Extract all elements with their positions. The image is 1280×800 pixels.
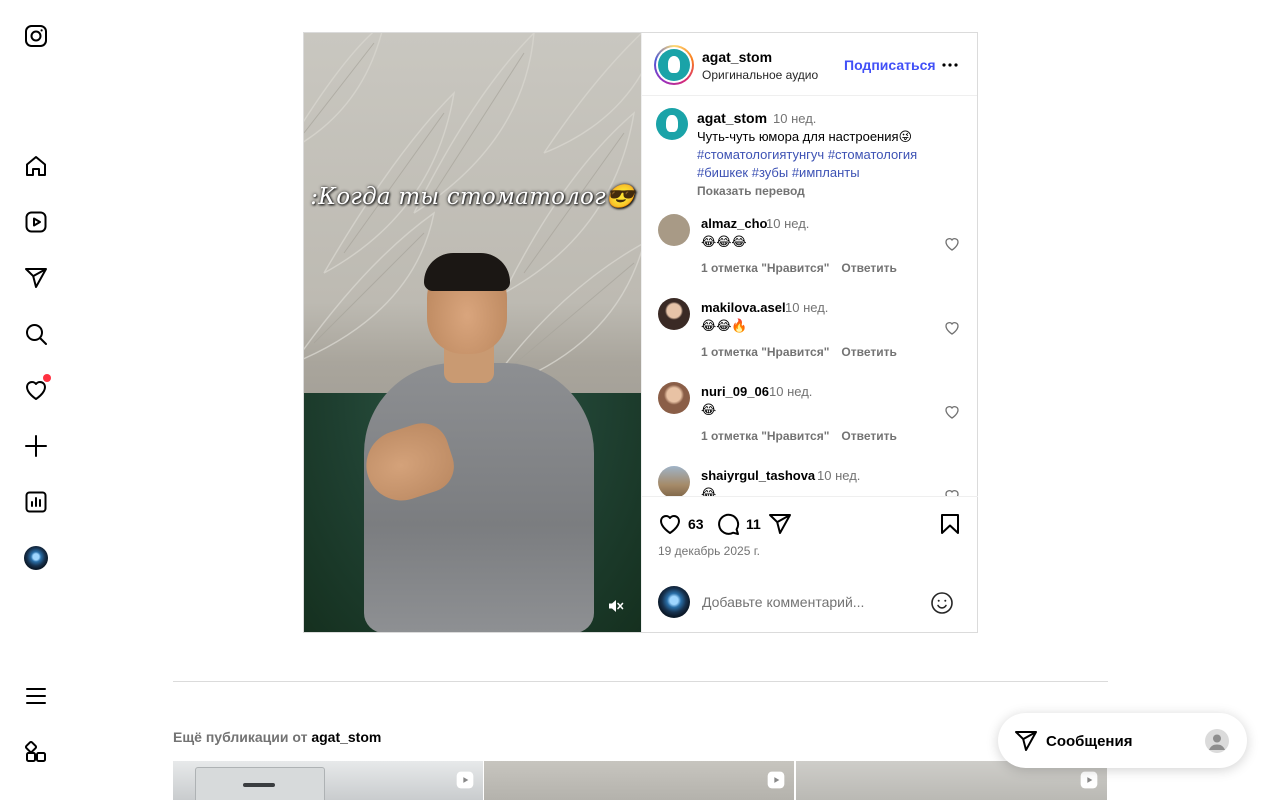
comment-avatar[interactable] <box>658 466 690 496</box>
comments-count[interactable]: 11 <box>746 516 761 532</box>
author-avatar[interactable] <box>654 45 694 85</box>
insights-icon[interactable] <box>24 490 48 514</box>
reel-icon <box>455 770 475 790</box>
hashtags-line1[interactable]: #стоматологиятунгуч #стоматология <box>697 146 957 164</box>
my-avatar <box>658 586 690 618</box>
show-translation-link[interactable]: Показать перевод <box>697 182 957 200</box>
hashtags-line2[interactable]: #бишкек #зубы #импланты <box>697 164 957 182</box>
emoji-icon[interactable] <box>930 591 954 615</box>
caption-text: Чуть-чуть юмора для настроения😜 <box>697 129 913 144</box>
comment-avatar[interactable] <box>658 298 690 330</box>
save-icon[interactable] <box>938 512 962 536</box>
comment-likes[interactable]: 1 отметка "Нравится" <box>701 429 829 443</box>
comment-username[interactable]: almaz_cho <box>701 216 767 231</box>
section-divider <box>173 681 1108 682</box>
comment-time: 10 нед. <box>769 384 813 399</box>
search-icon[interactable] <box>24 322 48 346</box>
comment-meta: 1 отметка "Нравится" Ответить <box>701 261 909 275</box>
share-icon[interactable] <box>768 512 792 536</box>
comment-likes[interactable]: 1 отметка "Нравится" <box>701 345 829 359</box>
direct-icon[interactable] <box>24 266 48 290</box>
like-icon[interactable] <box>658 512 682 536</box>
comment-time: 10 нед. <box>817 468 861 483</box>
comment-text: 😂 <box>701 402 717 417</box>
comment-item: almaz_cho 10 нед. 😂😂😂 1 отметка "Нравитс… <box>642 214 978 298</box>
author-username[interactable]: agat_stom <box>702 49 772 65</box>
comments-list[interactable]: agat_stom 10 нед. Чуть-чуть юмора для нас… <box>642 96 978 496</box>
reply-button[interactable]: Ответить <box>841 261 896 275</box>
comment-username[interactable]: shaiyrgul_tashova <box>701 468 815 483</box>
also-from-meta-icon[interactable] <box>24 740 48 764</box>
comment-text: 😂 <box>701 486 717 496</box>
reply-button[interactable]: Ответить <box>841 429 896 443</box>
left-sidebar <box>0 0 72 800</box>
post-dialog: :Когда ты стоматолог😎 agat_stom Оригинал… <box>303 32 978 633</box>
messages-label: Сообщения <box>1046 733 1133 750</box>
more-options-icon[interactable] <box>940 55 960 75</box>
reel-icon <box>1079 770 1099 790</box>
likes-count[interactable]: 63 <box>688 516 704 532</box>
comment-avatar[interactable] <box>658 382 690 414</box>
reels-icon[interactable] <box>24 210 48 234</box>
post-actions: 63 11 19 декабрь 2025 г. <box>642 496 978 632</box>
post-sidebar: agat_stom Оригинальное аудио Подписаться… <box>641 33 978 632</box>
post-video[interactable]: :Когда ты стоматолог😎 <box>304 33 641 632</box>
comment-time: 10 нед. <box>785 300 829 315</box>
comment-username[interactable]: makilova.asel <box>701 300 786 315</box>
notifications-icon[interactable] <box>24 374 51 402</box>
more-posts-prefix: Ещё публикации от <box>173 729 312 745</box>
comment-like-icon[interactable] <box>944 404 960 420</box>
comment-item: shaiyrgul_tashova 10 нед. 😂 <box>642 466 978 496</box>
comment-meta: 1 отметка "Нравится" Ответить <box>701 345 909 359</box>
post-date[interactable]: 19 декабрь 2025 г. <box>658 544 760 558</box>
comment-avatar[interactable] <box>658 214 690 246</box>
comment-item: nuri_09_06 10 нед. 😂 1 отметка "Нравится… <box>642 382 978 466</box>
notification-dot <box>43 374 51 382</box>
post-header: agat_stom Оригинальное аудио Подписаться <box>642 33 977 96</box>
more-posts-title: Ещё публикации от agat_stom <box>173 729 381 745</box>
more-post-thumb[interactable] <box>484 761 794 800</box>
video-overlay-text: :Когда ты стоматолог😎 <box>310 184 635 210</box>
comment-username[interactable]: nuri_09_06 <box>701 384 769 399</box>
home-icon[interactable] <box>24 154 48 178</box>
comment-text: 😂😂🔥 <box>701 318 748 333</box>
mute-icon[interactable] <box>607 597 625 615</box>
comment-likes[interactable]: 1 отметка "Нравится" <box>701 261 829 275</box>
caption-username[interactable]: agat_stom <box>697 110 767 126</box>
follow-button[interactable]: Подписаться <box>844 57 936 73</box>
menu-icon[interactable] <box>24 684 48 708</box>
comment-icon[interactable] <box>716 512 740 536</box>
instagram-logo-icon[interactable] <box>24 24 48 48</box>
create-icon[interactable] <box>24 434 48 458</box>
caption-time: 10 нед. <box>773 111 817 126</box>
caption: agat_stom 10 нед. Чуть-чуть юмора для нас… <box>697 109 957 200</box>
comment-item: makilova.asel 10 нед. 😂😂🔥 1 отметка "Нра… <box>642 298 978 382</box>
messages-bar[interactable]: Сообщения <box>998 713 1247 768</box>
comment-like-icon[interactable] <box>944 320 960 336</box>
messages-avatar <box>1205 729 1229 753</box>
direct-icon <box>1014 729 1038 753</box>
comment-input[interactable] <box>702 592 912 612</box>
reply-button[interactable]: Ответить <box>841 345 896 359</box>
more-post-thumb[interactable] <box>173 761 483 800</box>
comment-like-icon[interactable] <box>944 236 960 252</box>
add-comment-bar <box>642 583 978 631</box>
audio-label[interactable]: Оригинальное аудио <box>702 68 818 82</box>
comment-time: 10 нед. <box>766 216 810 231</box>
reel-icon <box>766 770 786 790</box>
person-hair <box>424 253 510 291</box>
more-posts-username[interactable]: agat_stom <box>311 729 381 745</box>
caption-avatar[interactable] <box>656 108 688 140</box>
comment-meta: 1 отметка "Нравится" Ответить <box>701 429 909 443</box>
comment-text: 😂😂😂 <box>701 234 747 249</box>
profile-avatar[interactable] <box>24 546 48 570</box>
comment-like-icon[interactable] <box>944 488 960 496</box>
